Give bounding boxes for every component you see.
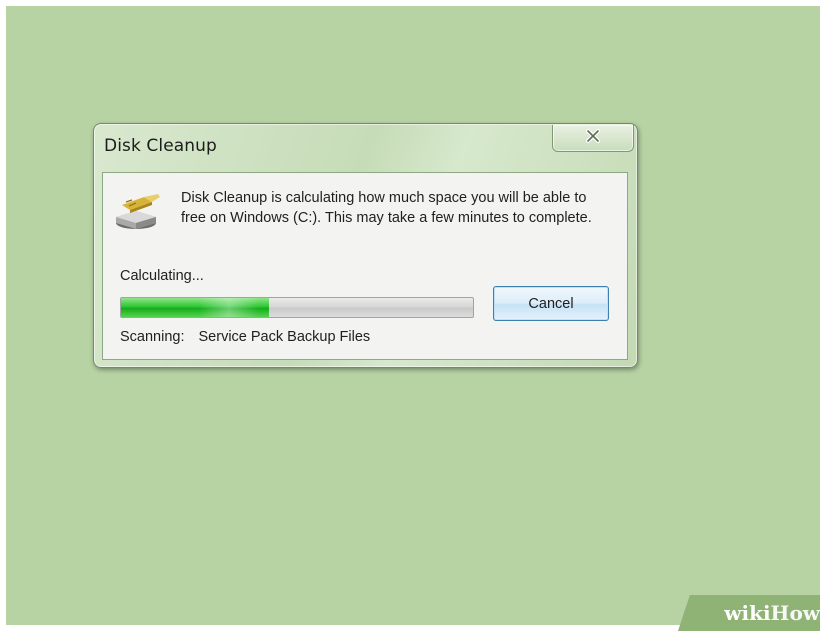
watermark-wiki: wiki: [724, 601, 771, 625]
close-button[interactable]: [552, 125, 634, 152]
dialog-content: Disk Cleanup is calculating how much spa…: [102, 172, 628, 360]
watermark-how: How: [770, 601, 820, 625]
close-x-icon: [585, 128, 601, 148]
desktop-background: Disk Cleanup Disk Cleanup is calculating…: [6, 6, 820, 631]
wikihow-watermark: wiki How: [678, 595, 820, 631]
scanning-row: Scanning: Service Pack Backup Files: [120, 329, 370, 345]
scanning-item: Service Pack Backup Files: [198, 329, 371, 345]
disk-cleanup-dialog: Disk Cleanup Disk Cleanup is calculating…: [93, 123, 638, 368]
progress-bar: [120, 297, 474, 318]
progress-glow: [198, 298, 259, 317]
cancel-button[interactable]: Cancel: [493, 286, 609, 321]
scanning-label: Scanning:: [120, 329, 185, 345]
status-label: Calculating...: [120, 268, 204, 284]
dialog-title: Disk Cleanup: [104, 136, 217, 156]
disk-cleanup-drive-icon: [114, 192, 162, 232]
calculation-message: Disk Cleanup is calculating how much spa…: [181, 190, 592, 226]
